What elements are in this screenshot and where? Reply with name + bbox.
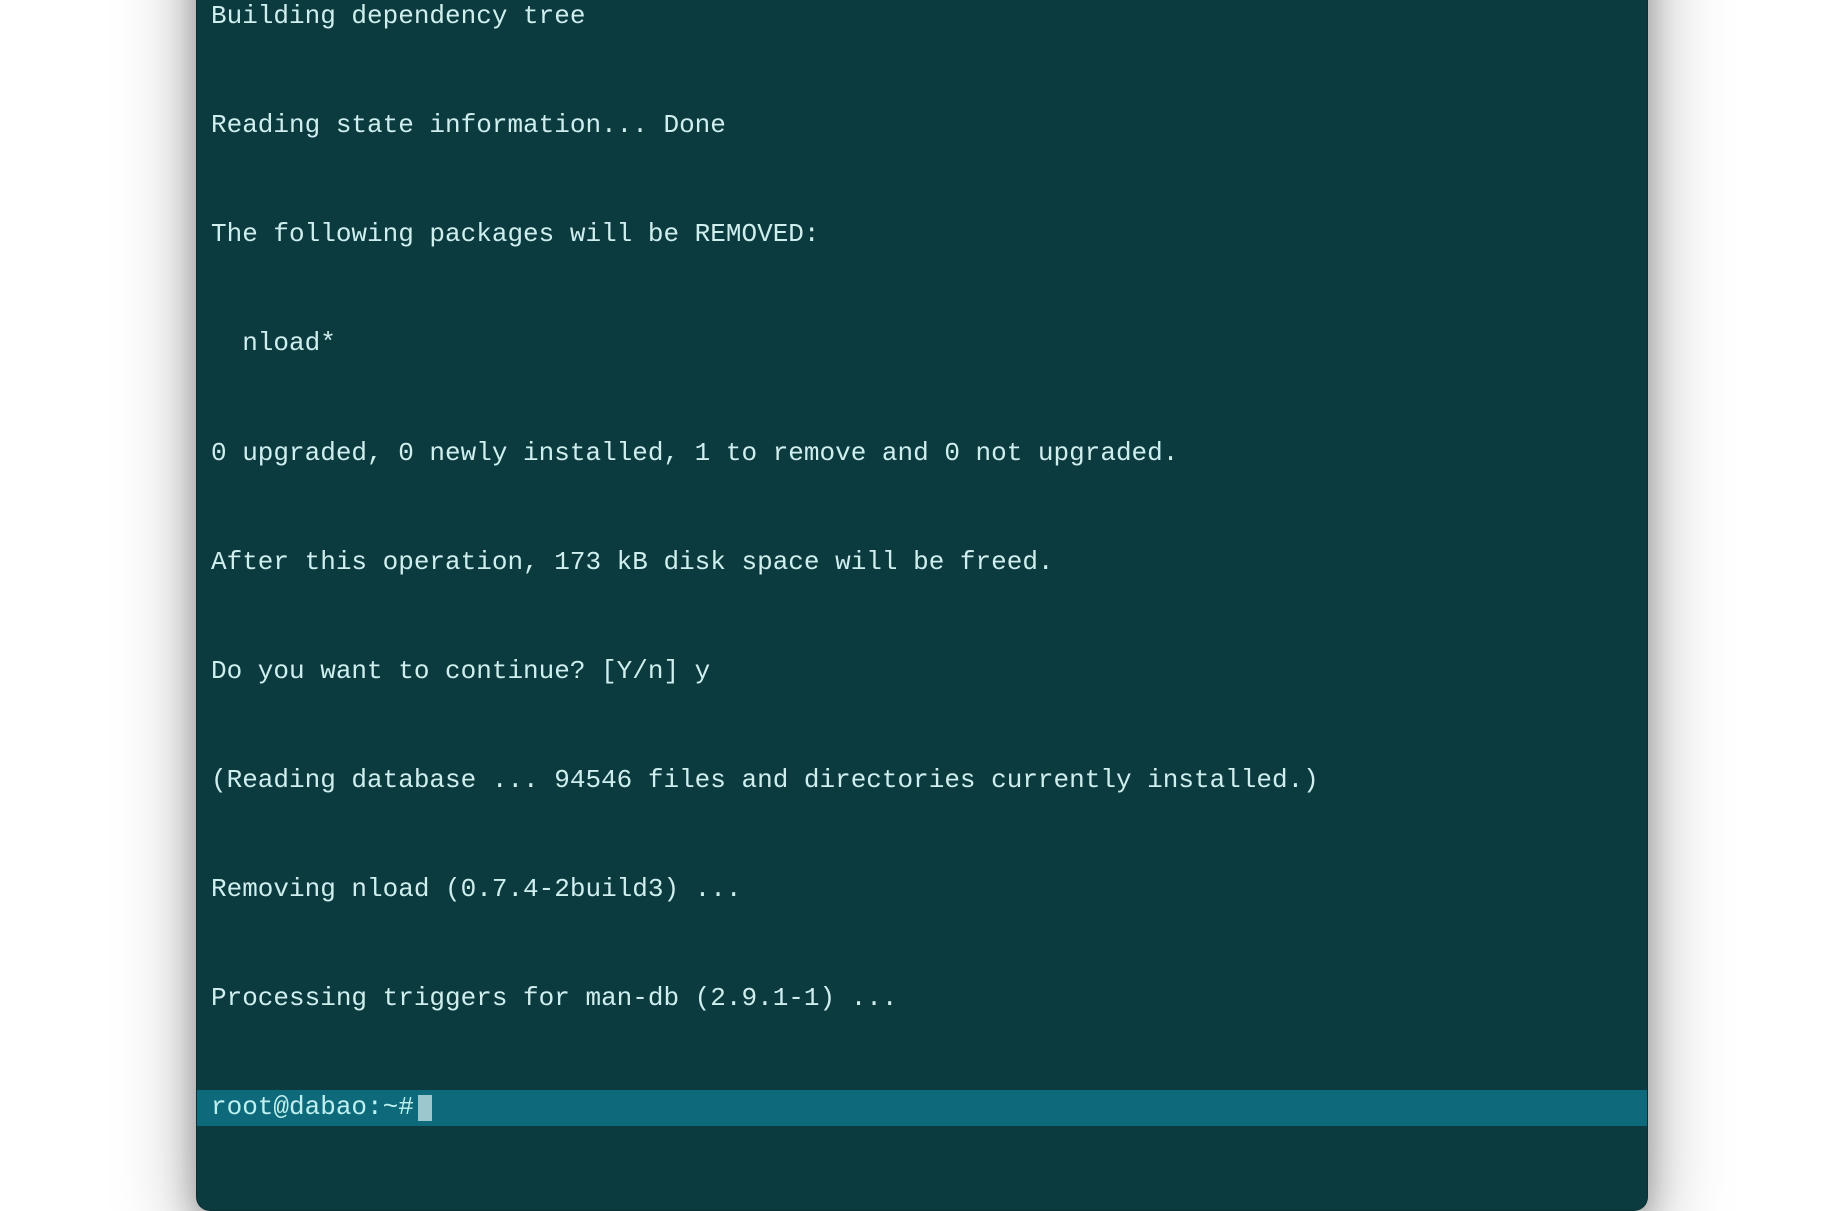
terminal-line: Removing nload (0.7.4-2build3) ... [197,871,1647,907]
terminal-line: The following packages will be REMOVED: [197,216,1647,252]
cursor-icon [418,1095,432,1121]
terminal-body[interactable]: root@dabao:~# sudo apt purge nload Readi… [197,0,1647,1210]
terminal-line: 0 upgraded, 0 newly installed, 1 to remo… [197,435,1647,471]
terminal-line: nload* [197,325,1647,361]
terminal-active-line[interactable]: root@dabao:~# [197,1090,1647,1126]
terminal-window: Bao's MacbookPro ⌥⌘1 root@dabao:~# sudo … [196,0,1648,1211]
terminal-line: After this operation, 173 kB disk space … [197,544,1647,580]
terminal-line: (Reading database ... 94546 files and di… [197,762,1647,798]
prompt: root@dabao:~# [211,1089,414,1125]
terminal-line: Reading state information... Done [197,107,1647,143]
terminal-line: Do you want to continue? [Y/n] y [197,653,1647,689]
terminal-line: Building dependency tree [197,0,1647,34]
terminal-line: Processing triggers for man-db (2.9.1-1)… [197,980,1647,1016]
